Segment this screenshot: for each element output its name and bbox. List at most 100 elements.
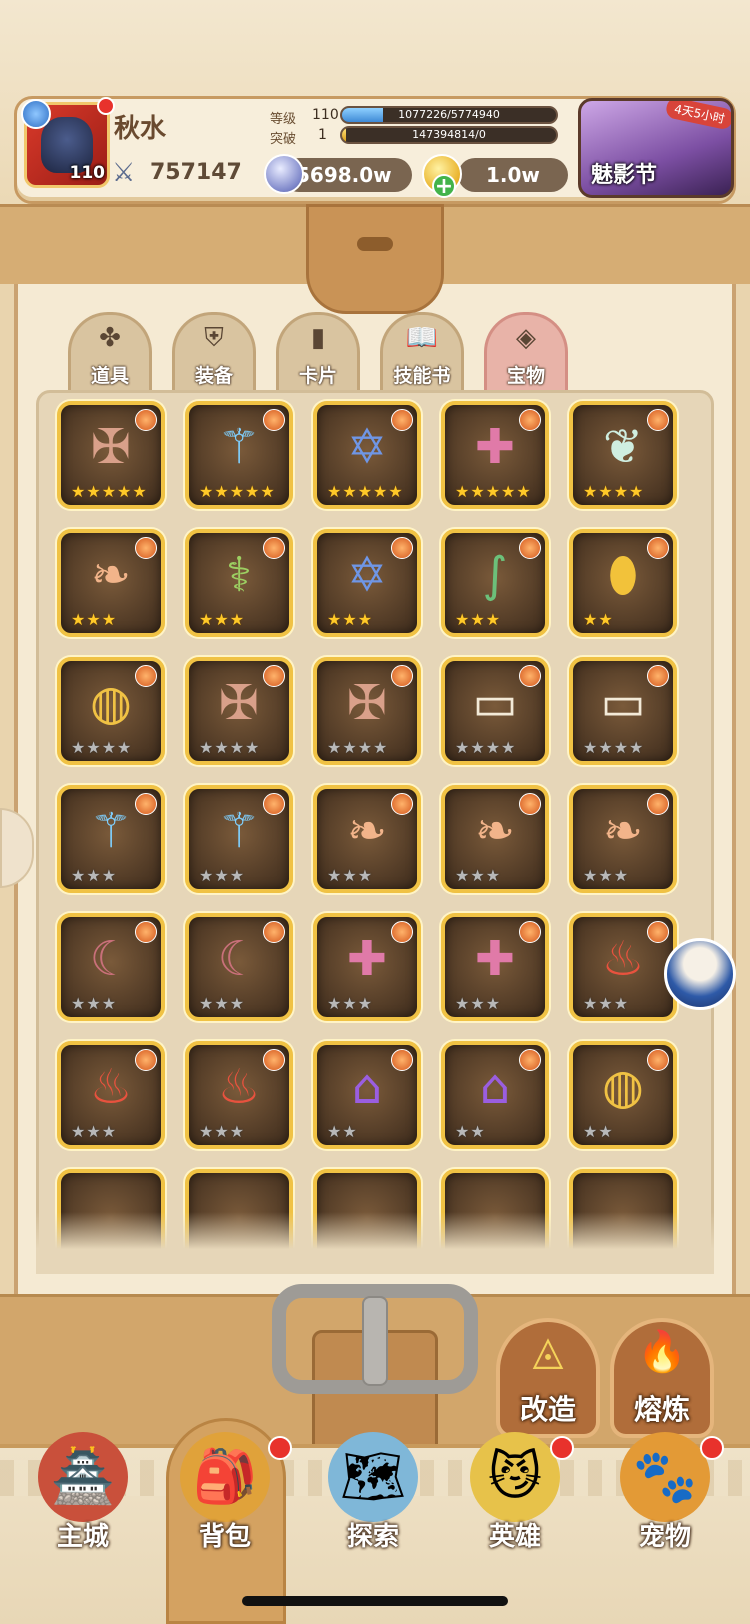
star-rating: ★★★ xyxy=(71,866,118,885)
treasure-item[interactable]: ✡ ★★★★★ xyxy=(313,401,421,509)
nav-item-main-city[interactable]: 🏯 主城 xyxy=(18,1432,148,1564)
treasure-item[interactable]: ⚚ ★★★ xyxy=(57,785,165,893)
star-rating: ★★★ xyxy=(199,1122,246,1141)
treasure-item[interactable]: ⚕ ★★★ xyxy=(185,529,293,637)
winged-cross-icon: ✠ xyxy=(346,675,388,731)
scythe-icon: ☾ xyxy=(89,931,133,987)
treasure-item[interactable]: ✚ ★★★★★ xyxy=(441,401,549,509)
treasure-item[interactable]: ▭ ★★★★ xyxy=(441,657,549,765)
floating-assistant-avatar[interactable] xyxy=(664,938,736,1010)
hero-icon: 😼 xyxy=(470,1432,560,1522)
event-banner[interactable]: 4天5小时 魅影节 xyxy=(578,98,734,198)
tab-0[interactable]: ✤ 道具 xyxy=(68,312,152,390)
star-rating: ★★ xyxy=(583,610,614,629)
treasure-item[interactable]: ⚚ ★★★★★ xyxy=(185,401,293,509)
eye-triangle-icon: ◬ xyxy=(532,1328,564,1374)
add-gold-icon[interactable]: + xyxy=(432,174,456,198)
treasure-item[interactable]: ✡ ★★★ xyxy=(313,529,421,637)
treasure-item[interactable]: ⚚ ★★★ xyxy=(185,785,293,893)
tab-label: 装备 xyxy=(194,365,233,387)
star-rating: ★★★ xyxy=(583,994,630,1013)
treasure-item[interactable]: ☾ ★★★ xyxy=(57,913,165,1021)
treasure-item[interactable]: ♨ ★★★ xyxy=(57,1041,165,1149)
silver-coin-icon xyxy=(264,154,304,194)
feather-icon: ❧ xyxy=(346,803,388,859)
backpack-icon: 🎒 xyxy=(180,1432,270,1522)
ice-staff-icon: ⚚ xyxy=(217,803,261,859)
gem-cross-icon: ✚ xyxy=(474,931,516,987)
level-exp-bar: 1077226/5774940 xyxy=(340,106,558,124)
treasure-item[interactable]: ♨ ★★★ xyxy=(569,913,677,1021)
nav-item-explore[interactable]: 🗺 探索 xyxy=(308,1432,438,1564)
treasure-item[interactable]: ❧ ★★★ xyxy=(313,785,421,893)
nav-item-backpack[interactable]: 🎒 背包 xyxy=(160,1432,292,1564)
star-rating: ★★★★ xyxy=(583,482,645,501)
hexagram-icon: ✡ xyxy=(346,419,388,475)
vine-staff-icon: ⚕ xyxy=(226,547,252,603)
star-rating: ★★★★★ xyxy=(199,482,276,501)
home-indicator[interactable] xyxy=(242,1596,508,1606)
treasure-icon: ◈ xyxy=(516,323,536,353)
treasure-item[interactable]: ⌂ ★★ xyxy=(313,1041,421,1149)
feather-icon: ❧ xyxy=(602,803,644,859)
nav-label: 宠物 xyxy=(638,1522,691,1552)
star-rating: ★★★★★ xyxy=(327,482,404,501)
treasure-item[interactable]: ✠ ★★★★ xyxy=(313,657,421,765)
tab-2[interactable]: ▮ 卡片 xyxy=(276,312,360,390)
nav-item-heroes[interactable]: 😼 英雄 xyxy=(450,1432,580,1564)
nav-badge-dot xyxy=(268,1436,292,1460)
player-avatar[interactable]: 110 xyxy=(21,97,115,188)
treasure-item[interactable]: ◍ ★★ xyxy=(569,1041,677,1149)
feather-icon: ❧ xyxy=(90,547,132,603)
treasure-item[interactable]: ✚ ★★★ xyxy=(313,913,421,1021)
treasure-item[interactable]: ✠ ★★★★ xyxy=(185,657,293,765)
star-rating: ★★★ xyxy=(327,866,374,885)
breakthrough-label: 突破 xyxy=(270,132,297,147)
star-rating: ★★★ xyxy=(327,994,374,1013)
treasure-item[interactable]: ❧ ★★★ xyxy=(569,785,677,893)
smelt-button[interactable]: 🔥 熔炼 xyxy=(610,1318,714,1438)
silver-amount: 5698.0w xyxy=(296,163,392,187)
pet-icon: 🐾 xyxy=(620,1432,710,1522)
treasure-item[interactable]: ❧ ★★★ xyxy=(441,785,549,893)
star-rating: ★★★ xyxy=(71,1122,118,1141)
treasure-item[interactable]: ❧ ★★★ xyxy=(57,529,165,637)
smelt-label: 熔炼 xyxy=(633,1393,690,1426)
scythe-icon: ☾ xyxy=(217,931,261,987)
crossed-swords-icon: ⚔ xyxy=(112,158,136,188)
nav-item-pets[interactable]: 🐾 宠物 xyxy=(600,1432,730,1564)
open-book-icon: ▭ xyxy=(472,675,518,731)
star-rating: ★★★ xyxy=(199,610,246,629)
treasure-item[interactable]: ◍ ★★★★ xyxy=(57,657,165,765)
bag-flap xyxy=(306,204,444,314)
treasure-item[interactable]: ✠ ★★★★★ xyxy=(57,401,165,509)
treasure-item[interactable]: ∫ ★★★ xyxy=(441,529,549,637)
modify-button[interactable]: ◬ 改造 xyxy=(496,1318,600,1438)
treasure-item[interactable]: ♨ ★★★ xyxy=(185,1041,293,1149)
star-rating: ★★★★ xyxy=(327,738,389,757)
treasure-item[interactable]: ▭ ★★★★ xyxy=(569,657,677,765)
star-rating: ★★★ xyxy=(71,994,118,1013)
player-name: 秋水 xyxy=(114,114,167,144)
treasure-item[interactable]: ❦ ★★★★ xyxy=(569,401,677,509)
star-rating: ★★★ xyxy=(455,866,502,885)
nav-label: 探索 xyxy=(346,1522,399,1552)
feather-icon: ❧ xyxy=(474,803,516,859)
tab-3[interactable]: 📖 技能书 xyxy=(380,312,464,390)
guild-emblem-icon xyxy=(21,99,51,129)
winged-cross-icon: ✠ xyxy=(218,675,260,731)
tab-1[interactable]: ⛨ 装备 xyxy=(172,312,256,390)
tab-4[interactable]: ◈ 宝物 xyxy=(484,312,568,390)
treasure-item[interactable]: ✚ ★★★ xyxy=(441,913,549,1021)
furnace-flame-icon: 🔥 xyxy=(637,1329,687,1375)
star-rating: ★★★ xyxy=(71,610,118,629)
sapphire-ring-icon: ◍ xyxy=(90,675,132,731)
treasure-item[interactable]: ☾ ★★★ xyxy=(185,913,293,1021)
sapphire-ring-icon: ◍ xyxy=(602,1059,644,1115)
treasure-item[interactable]: ⌂ ★★ xyxy=(441,1041,549,1149)
book-icon: 📖 xyxy=(405,323,439,353)
star-rating: ★★★ xyxy=(327,610,374,629)
tab-label: 宝物 xyxy=(506,365,545,387)
treasure-item[interactable]: ⬮ ★★ xyxy=(569,529,677,637)
open-book-icon: ▭ xyxy=(600,675,646,731)
